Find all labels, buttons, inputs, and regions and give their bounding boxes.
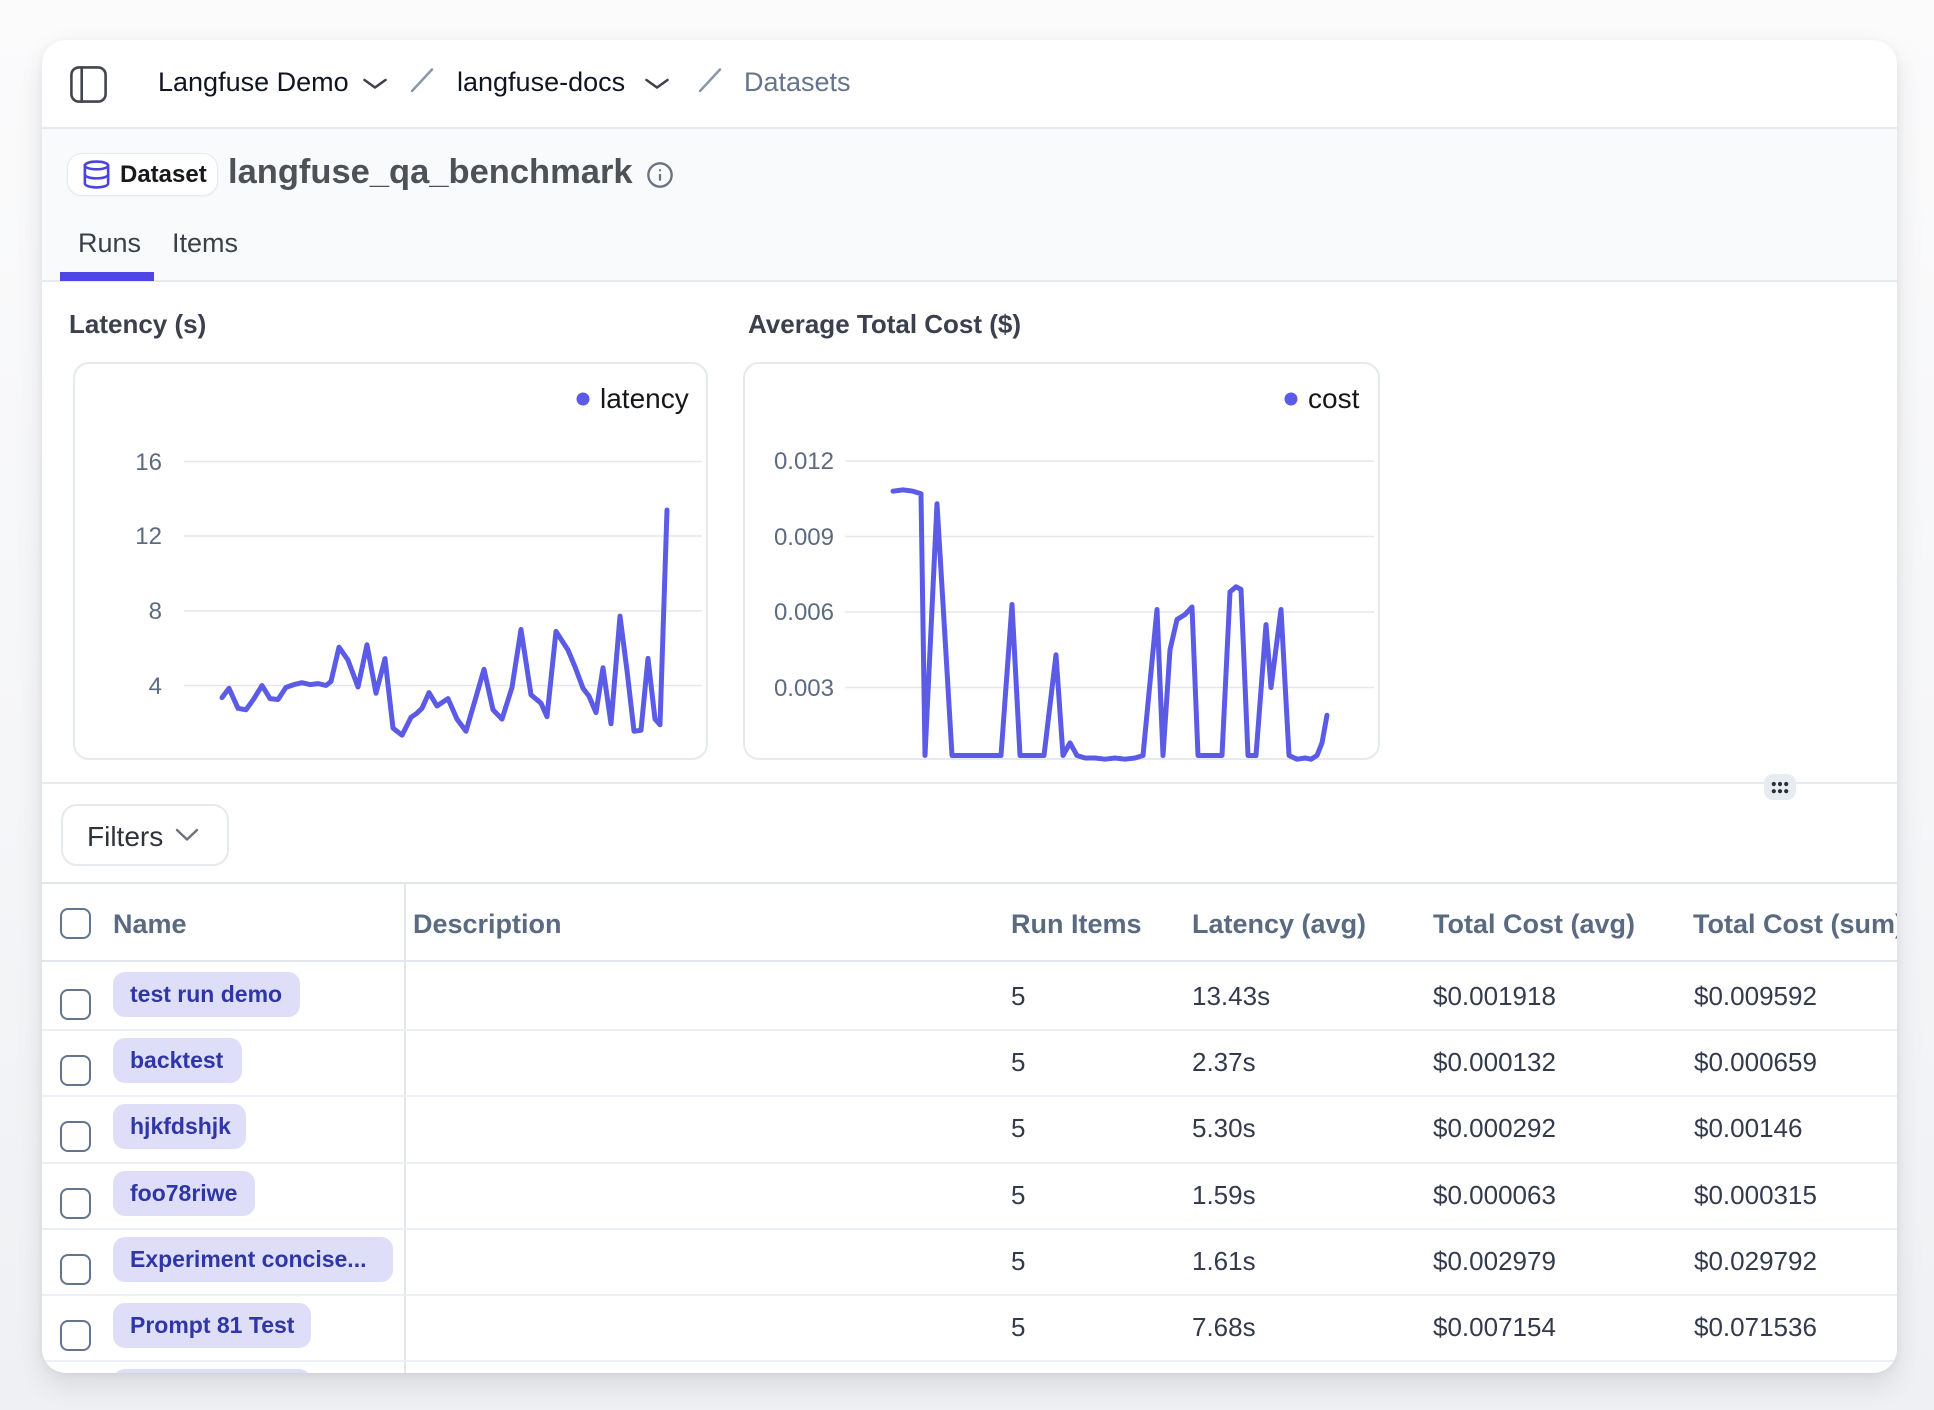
- svg-text:0.012: 0.012: [774, 448, 834, 475]
- svg-text:12: 12: [135, 523, 162, 550]
- svg-text:8: 8: [149, 598, 162, 625]
- svg-text:0.006: 0.006: [774, 599, 834, 626]
- svg-text:cost: cost: [1308, 383, 1360, 414]
- svg-text:0.009: 0.009: [774, 524, 834, 551]
- svg-text:0.003: 0.003: [774, 675, 834, 702]
- svg-text:16: 16: [135, 449, 162, 476]
- svg-text:4: 4: [149, 673, 162, 700]
- svg-text:latency: latency: [600, 383, 689, 414]
